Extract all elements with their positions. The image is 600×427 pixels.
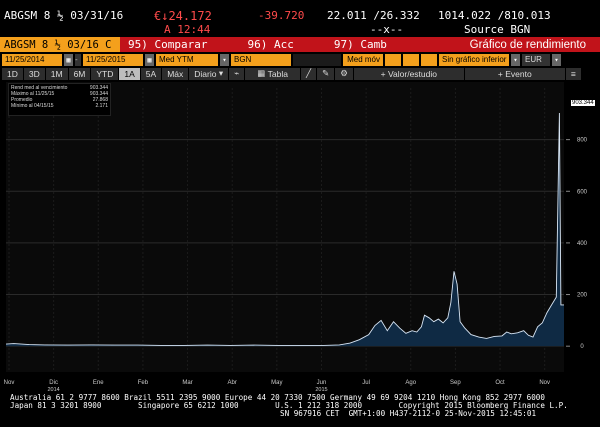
change-menu[interactable]: 97) Camb (334, 38, 387, 51)
period-1m-button[interactable]: 1M (45, 67, 68, 80)
footer-line-3: SN 967916 CET GMT+1:00 H437-2112-0 25-No… (280, 409, 537, 418)
text-tool-icon[interactable]: ✎ (317, 67, 335, 80)
value-study-label: Valor/estudio (388, 68, 437, 79)
pricing-source-field[interactable]: BGN (231, 53, 291, 66)
moving-average-field-1[interactable] (385, 53, 401, 66)
period-5a-button[interactable]: 5A (140, 67, 162, 80)
period-3d-button[interactable]: 3D (23, 67, 45, 80)
moving-average-label: Med móv (343, 53, 383, 66)
security-ticker-box[interactable]: ABGSM 8 ½ 03/16 C (0, 37, 120, 52)
y-tick-label: 200 (577, 293, 588, 299)
x-tick-label: Oct (495, 380, 505, 386)
calendar-icon[interactable]: ▦ (64, 53, 73, 66)
legend-value: 2.171 (95, 103, 108, 109)
lower-chart-select[interactable]: Sin gráfico inferior (439, 53, 509, 66)
end-date-field[interactable]: 11/25/2015 (83, 53, 143, 66)
line-tool-icon[interactable]: ╱ (300, 67, 317, 80)
actions-menu[interactable]: 96) Acc (247, 38, 293, 51)
quote-bid-ask: 22.011 /26.332 (327, 9, 420, 22)
frequency-select[interactable]: Diario ▾ (189, 67, 229, 80)
quote-source: Source BGN (464, 23, 531, 36)
period-1d-button[interactable]: 1D (2, 67, 23, 80)
moving-average-field-2[interactable] (403, 53, 419, 66)
moving-average-field-3[interactable] (421, 53, 437, 66)
period-ytd-button[interactable]: YTD (91, 67, 119, 80)
chevron-down-icon[interactable]: ▾ (511, 53, 520, 66)
menu-icon[interactable]: ≡ (565, 67, 581, 80)
x-tick-label: May (271, 380, 282, 386)
settings-icon[interactable]: ⚙ (335, 67, 353, 80)
x-tick-label: Abr (228, 380, 237, 386)
frequency-label: Diario (194, 68, 217, 79)
x-tick-label: Jun (317, 380, 327, 386)
quote-change: -39.720 (258, 9, 305, 22)
y-tick-label: 400 (577, 241, 588, 247)
add-icon: + (380, 68, 386, 79)
period-max-button[interactable]: Máx (162, 67, 189, 80)
value-study-button[interactable]: + Valor/estudio (353, 67, 464, 80)
quote-price: €↓24.172 (154, 9, 212, 23)
y-tick-label: 800 (577, 138, 588, 144)
yield-chart[interactable]: 0 200 400 600 800 Nov Dic 2014 Ene Feb Mar Abr May J… (0, 82, 600, 393)
quote-ticker: ABGSM 8 ½ 03/31/16 (4, 9, 124, 22)
event-button[interactable]: + Evento (464, 67, 565, 80)
table-icon: ▦ (257, 68, 266, 78)
x-tick-label: Dic (49, 380, 58, 386)
period-toolbar: 1D 3D 1M 6M YTD 1A 5A Máx Diario ▾ ⌁ ▦ T… (0, 67, 600, 80)
legend-row: Mínimo al 04/15/15 2.171 (11, 103, 108, 109)
last-value-tag: 903.344 (571, 100, 595, 106)
x-tick-label: Feb (138, 380, 149, 386)
x-tick-label: Ene (93, 380, 104, 386)
x-tick-label: Mar (182, 380, 192, 386)
x-year-label: 2015 (315, 387, 327, 392)
quote-line: ABGSM 8 ½ 03/31/16 €↓24.172 -39.720 22.0… (0, 0, 600, 36)
chart-type-icon[interactable]: ⌁ (229, 67, 245, 80)
period-6m-button[interactable]: 6M (68, 67, 91, 80)
period-1a-button[interactable]: 1A (119, 67, 140, 80)
title-bar: ABGSM 8 ½ 03/16 C 95) Comparar 96) Acc 9… (0, 37, 600, 52)
legend-label: Mínimo al 04/15/15 (11, 103, 54, 109)
table-button[interactable]: ▦ Tabla (245, 67, 300, 80)
x-tick-label: Jul (362, 380, 370, 386)
add-icon: + (497, 68, 503, 79)
y-tick-label: 600 (577, 189, 588, 195)
yield-chart-svg: 0200400600800 Nov Dic2014Ene Feb Mar Abr May J… (0, 82, 600, 393)
spacer (293, 53, 341, 66)
x-tick-label: Nov (4, 380, 15, 386)
start-date-field[interactable]: 11/25/2014 (2, 53, 62, 66)
quote-sizes: 1014.022 /810.013 (438, 9, 551, 22)
currency-select[interactable]: EUR (522, 53, 550, 66)
input-row: 11/25/2014 ▦ - 11/25/2015 ▦ Med YTM ▾ BG… (0, 53, 600, 66)
x-tick-label: Ago (405, 380, 416, 386)
yield-field-select[interactable]: Med YTM (156, 53, 218, 66)
page-title: Gráfico de rendimiento (469, 38, 586, 51)
event-label: Evento (505, 68, 532, 79)
chevron-down-icon[interactable]: ▾ (552, 53, 561, 66)
quote-time: A 12:44 (164, 23, 211, 36)
x-year-label: 2014 (48, 387, 60, 392)
chart-legend: Rend med al vencimiento 903.344 Máximo al… (8, 83, 111, 116)
footer: Australia 61 2 9777 8600 Brazil 5511 239… (0, 394, 600, 427)
x-tick-label: Sep (450, 380, 461, 386)
table-label: Tabla (267, 68, 288, 79)
x-tick-label: Nov (539, 380, 550, 386)
date-separator: - (75, 53, 81, 66)
compare-menu[interactable]: 95) Comparar (128, 38, 207, 51)
calendar-icon[interactable]: ▦ (145, 53, 154, 66)
chevron-down-icon[interactable]: ▾ (220, 53, 229, 66)
quote-separator: --x-- (370, 23, 404, 36)
